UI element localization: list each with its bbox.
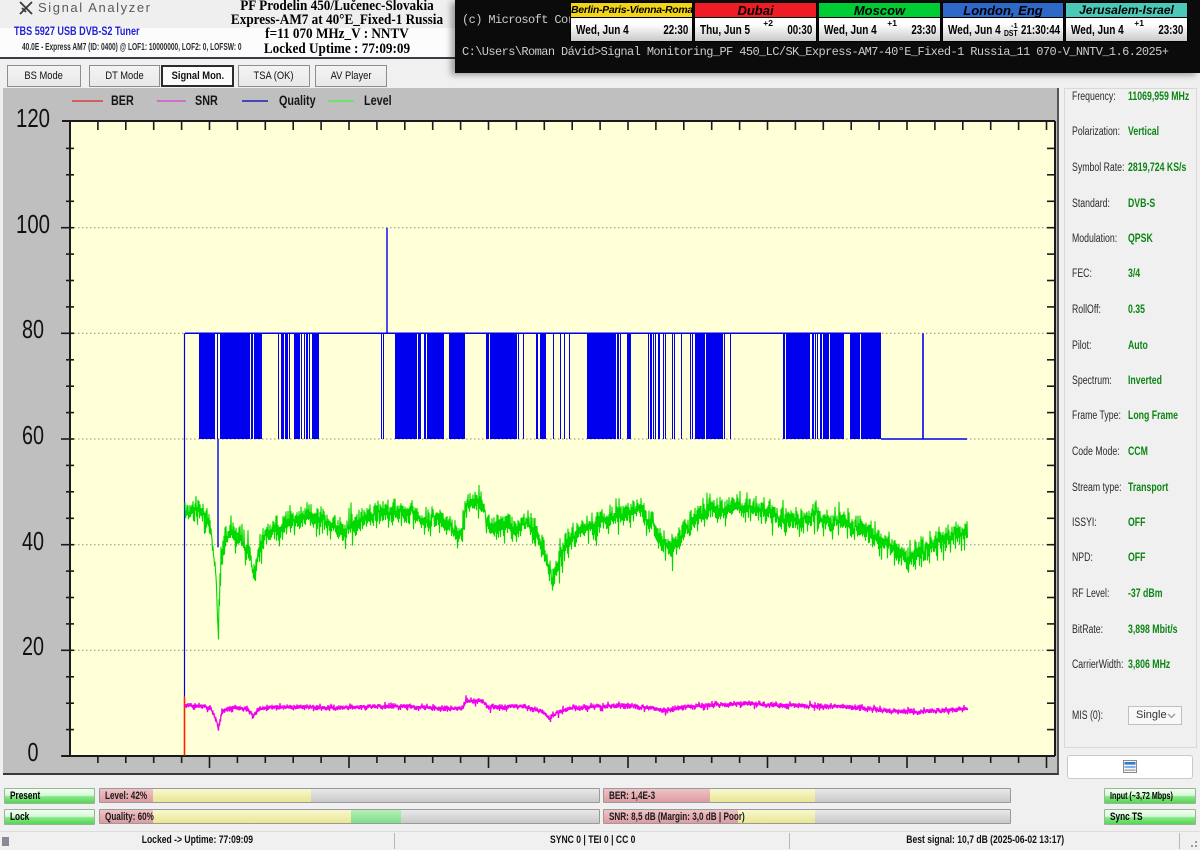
svg-text:0: 0 — [28, 737, 39, 767]
svg-text:40: 40 — [22, 526, 44, 556]
svg-text:20: 20 — [22, 631, 44, 661]
svg-text:60: 60 — [22, 420, 44, 450]
svg-text:100: 100 — [16, 209, 50, 239]
svg-text:120: 120 — [16, 103, 50, 133]
svg-text:80: 80 — [22, 314, 44, 344]
